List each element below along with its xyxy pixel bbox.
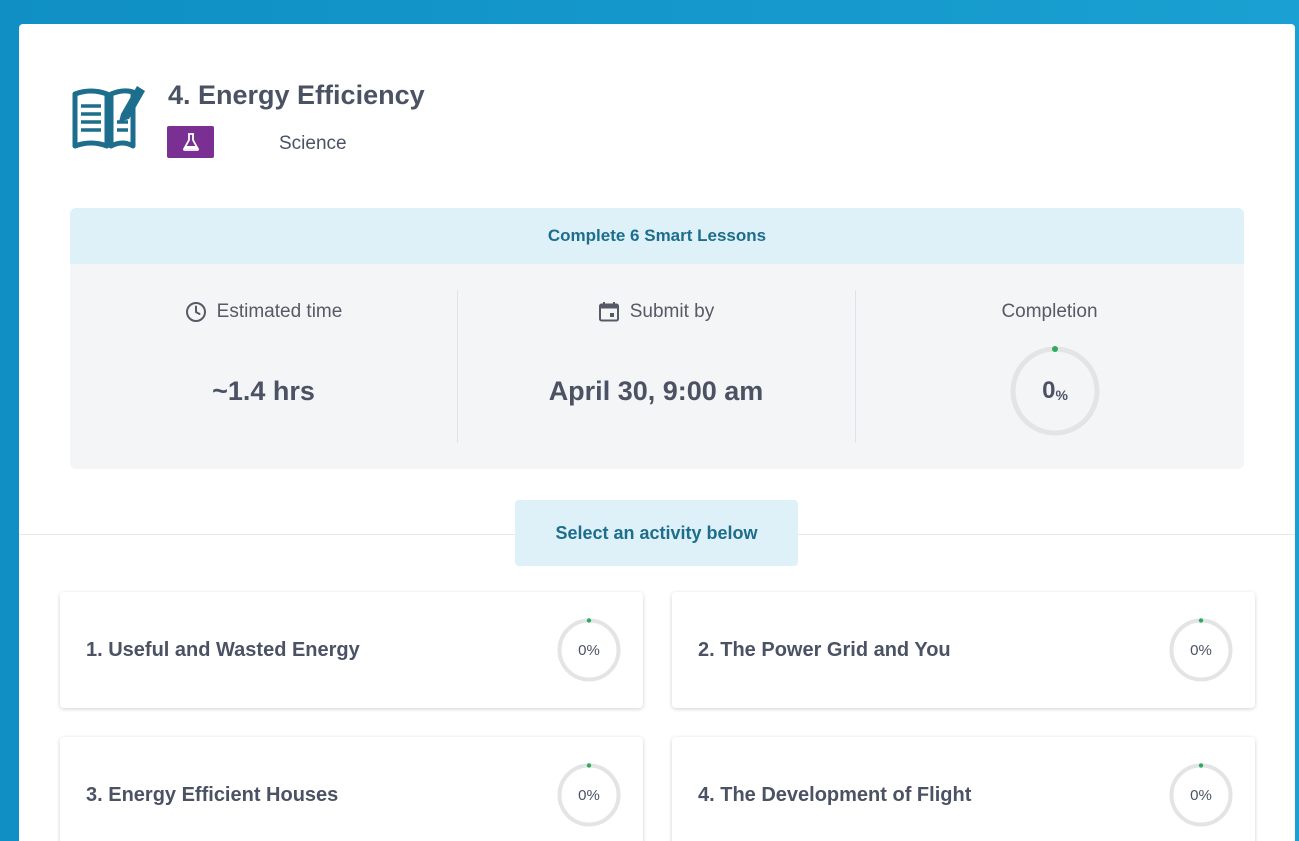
submit-by-section: Submit by April 30, 9:00 am bbox=[457, 264, 855, 469]
assignment-card: 4. Energy Efficiency Science Complete 6 … bbox=[19, 24, 1295, 841]
subject-label: Science bbox=[279, 133, 347, 154]
completion-section: Completion 0% bbox=[855, 264, 1244, 469]
estimated-time-label: Estimated time bbox=[216, 301, 343, 322]
book-edit-icon bbox=[72, 86, 145, 149]
activity-card-3[interactable]: 3. Energy Efficient Houses 0% bbox=[60, 737, 643, 841]
activity-card-2[interactable]: 2. The Power Grid and You 0% bbox=[672, 592, 1255, 708]
estimated-time-section: Estimated time ~1.4 hrs bbox=[70, 264, 457, 469]
summary-panel: Complete 6 Smart Lessons Estimated time … bbox=[70, 208, 1244, 469]
subject-badge bbox=[167, 126, 214, 158]
submit-by-label: Submit by bbox=[629, 301, 715, 322]
activity-title: 3. Energy Efficient Houses bbox=[86, 783, 339, 806]
page-title: 4. Energy Efficiency bbox=[168, 80, 425, 110]
activity-title: 4. The Development of Flight bbox=[698, 783, 972, 806]
flask-icon bbox=[182, 133, 199, 151]
completion-value: 0% bbox=[1042, 377, 1068, 404]
completion-label: Completion bbox=[1001, 301, 1098, 322]
estimated-time-value: ~1.4 hrs bbox=[212, 376, 315, 406]
submit-by-value: April 30, 9:00 am bbox=[548, 376, 764, 406]
calendar-icon bbox=[598, 302, 619, 322]
activity-progress-value: 0% bbox=[578, 641, 600, 659]
clock-icon bbox=[185, 302, 206, 322]
activity-progress-value: 0% bbox=[578, 786, 600, 804]
activity-progress-value: 0% bbox=[1190, 641, 1212, 659]
activity-card-4[interactable]: 4. The Development of Flight 0% bbox=[672, 737, 1255, 841]
summary-heading: Complete 6 Smart Lessons bbox=[70, 208, 1244, 264]
activity-title: 1. Useful and Wasted Energy bbox=[86, 638, 360, 661]
activity-progress-value: 0% bbox=[1190, 786, 1212, 804]
select-activity-prompt: Select an activity below bbox=[515, 500, 798, 566]
activity-title: 2. The Power Grid and You bbox=[698, 638, 951, 661]
activity-card-1[interactable]: 1. Useful and Wasted Energy 0% bbox=[60, 592, 643, 708]
